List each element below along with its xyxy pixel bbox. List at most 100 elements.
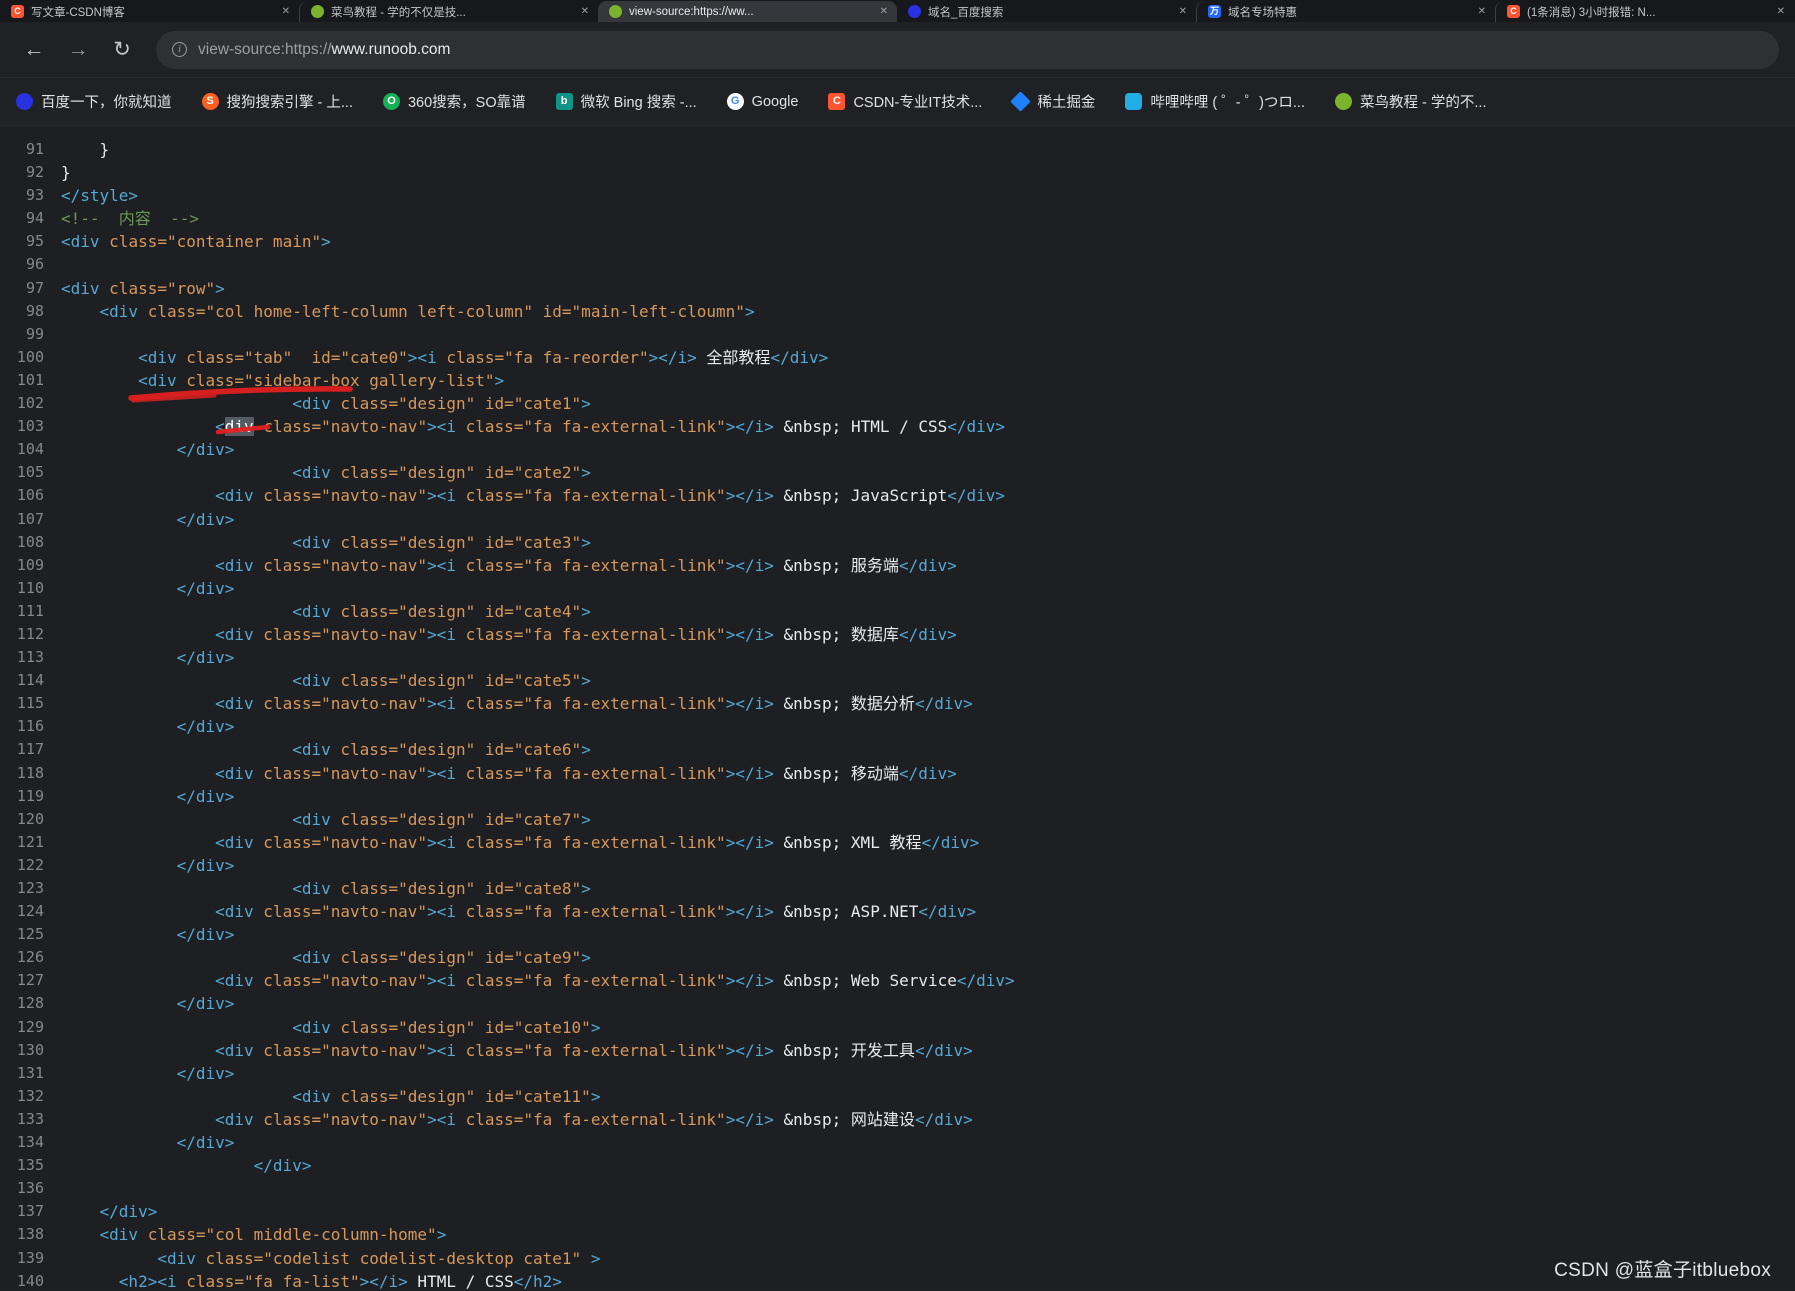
forward-icon[interactable]: →: [60, 32, 96, 68]
line-number: 126: [16, 948, 44, 967]
line-number: 100: [16, 347, 44, 366]
code-text: }: [61, 163, 71, 183]
line-number: 129: [16, 1017, 44, 1036]
tab-close-icon[interactable]: ✕: [1478, 6, 1486, 17]
line-number: 137: [16, 1202, 44, 1221]
juejin-icon: [1010, 91, 1032, 112]
tab-close-icon[interactable]: ✕: [282, 6, 290, 17]
line-number: 124: [16, 902, 44, 921]
tab-title: 写文章-CSDN博客: [31, 6, 125, 19]
code-text: <div class="design" id="cate9">: [292, 948, 591, 968]
code-line: 107 </div>: [0, 508, 1795, 531]
code-text: </div>: [176, 509, 235, 529]
code-text: </div>: [176, 1063, 235, 1083]
code-text: </div>: [176, 717, 235, 737]
line-number: 91: [25, 140, 44, 158]
bookmarks-bar: 百度一下，你就知道 S 搜狗搜索引擎 - 上... O 360搜索，SO靠谱 b 微软 Bi…: [0, 78, 1795, 126]
address-bar[interactable]: i view-source:https://www.runoob.com: [156, 30, 1779, 69]
bookmark-item[interactable]: 哔哩哔哩 ( ゜- ゜)つロ...: [1125, 91, 1305, 112]
bookmark-label: 稀土掘金: [1037, 95, 1096, 111]
code-line: 111 <div class="design" id="cate4">: [0, 600, 1795, 623]
code-text: <div class="container main">: [61, 232, 331, 252]
code-line: 92}: [0, 161, 1795, 184]
code-line: 100 <div class="tab" id="cate0"><i class…: [0, 346, 1795, 369]
code-text: <div class="navto-nav"><i class="fa fa-e…: [215, 624, 957, 644]
tab-close-icon[interactable]: ✕: [581, 6, 589, 17]
line-number: 112: [16, 624, 44, 643]
code-text: <h2><i class="fa fa-list"></i> HTML / CS…: [118, 1271, 562, 1290]
code-text: <div class="design" id="cate3">: [292, 532, 591, 552]
line-number: 125: [16, 925, 44, 944]
bing-icon: b: [555, 93, 573, 110]
code-line: 128 </div>: [0, 992, 1795, 1015]
code-line: 94 <!-- 内容 -->: [0, 207, 1795, 230]
code-line: 127 <div class="navto-nav"><i class="fa …: [0, 969, 1795, 992]
code-text: <div class="col home-left-column left-co…: [99, 301, 755, 321]
code-line: 130 <div class="navto-nav"><i class="fa …: [0, 1039, 1795, 1062]
code-line: 95 <div class="container main">: [0, 230, 1795, 253]
browser-tab[interactable]: view-source:https://ww... ✕: [598, 1, 897, 22]
baidu-favicon: [908, 5, 921, 18]
code-text: </div>: [99, 1202, 158, 1222]
line-number: 116: [16, 717, 44, 736]
code-text: </div>: [176, 648, 235, 668]
bookmark-item[interactable]: G Google: [726, 93, 799, 110]
browser-tab[interactable]: 域名_百度搜索 ✕: [897, 1, 1196, 22]
tab-close-icon[interactable]: ✕: [1179, 6, 1187, 17]
bookmark-item[interactable]: 百度一下，你就知道: [16, 91, 172, 112]
code-text: }: [61, 140, 110, 159]
code-line: 112 <div class="navto-nav"><i class="fa …: [0, 623, 1795, 646]
line-number: 106: [16, 486, 44, 505]
bookmark-item[interactable]: 稀土掘金: [1010, 91, 1096, 112]
line-number: 135: [16, 1156, 44, 1175]
tab-close-icon[interactable]: ✕: [880, 6, 888, 17]
browser-tab[interactable]: 菜鸟教程 - 学的不仅是技... ✕: [299, 1, 598, 22]
browser-tab[interactable]: C (1条消息) 3小时报错: N... ✕: [1495, 1, 1794, 22]
runoob-favicon: [311, 5, 324, 18]
code-text: <div class="design" id="cate2">: [292, 463, 591, 483]
code-text: </div>: [176, 994, 235, 1014]
code-line: 115 <div class="navto-nav"><i class="fa …: [0, 692, 1795, 715]
line-number: 118: [16, 763, 44, 782]
line-number: 121: [16, 832, 44, 851]
code-text: </div>: [176, 440, 235, 460]
bookmark-item[interactable]: C CSDN-专业IT技术...: [828, 91, 982, 112]
bookmark-item[interactable]: b 微软 Bing 搜索 -...: [555, 91, 697, 112]
line-number: 131: [16, 1063, 44, 1082]
line-number: 130: [16, 1040, 44, 1059]
runoob-icon: [1335, 93, 1352, 110]
line-number: 110: [16, 578, 44, 597]
code-line: 123 <div class="design" id="cate8">: [0, 877, 1795, 900]
line-number: 117: [16, 740, 44, 759]
page-info-icon[interactable]: i: [172, 42, 187, 57]
line-number: 115: [16, 694, 44, 713]
code-text: <div class="design" id="cate1">: [292, 394, 591, 414]
bookmark-item[interactable]: O 360搜索，SO靠谱: [382, 91, 526, 112]
line-number: 120: [16, 809, 44, 828]
tab-close-icon[interactable]: ✕: [1777, 6, 1785, 17]
browser-tab[interactable]: C 写文章-CSDN博客 ✕: [0, 1, 299, 22]
google-icon: G: [726, 93, 744, 110]
bili-icon: [1125, 93, 1143, 110]
code-line: 114 <div class="design" id="cate5">: [0, 669, 1795, 692]
code-text: <div class="tab" id="cate0"><i class="fa…: [138, 347, 829, 367]
bookmark-label: Google: [751, 93, 799, 110]
code-text: <div class="navto-nav"><i class="fa fa-e…: [215, 971, 1015, 991]
line-number: 96: [25, 255, 44, 274]
code-line: 122 </div>: [0, 854, 1795, 877]
baidu-icon: [16, 93, 33, 110]
code-text: <div class="navto-nav"><i class="fa fa-e…: [215, 902, 977, 922]
bookmark-item[interactable]: 菜鸟教程 - 学的不...: [1335, 91, 1486, 112]
code-text: </div>: [176, 1133, 235, 1153]
bookmark-item[interactable]: S 搜狗搜索引擎 - 上...: [201, 91, 353, 112]
csdn-favicon: C: [11, 5, 24, 18]
tab-title: 菜鸟教程 - 学的不仅是技...: [331, 6, 466, 19]
code-line: 102 <div class="design" id="cate1">: [0, 392, 1795, 415]
line-number: 128: [16, 994, 44, 1013]
reload-icon[interactable]: ↻: [104, 32, 140, 68]
line-number: 134: [16, 1133, 44, 1152]
code-line: 117 <div class="design" id="cate6">: [0, 738, 1795, 761]
browser-tab[interactable]: 万域名专场特惠 ✕: [1196, 1, 1495, 22]
back-icon[interactable]: ←: [16, 32, 52, 68]
line-number: 95: [25, 232, 44, 251]
